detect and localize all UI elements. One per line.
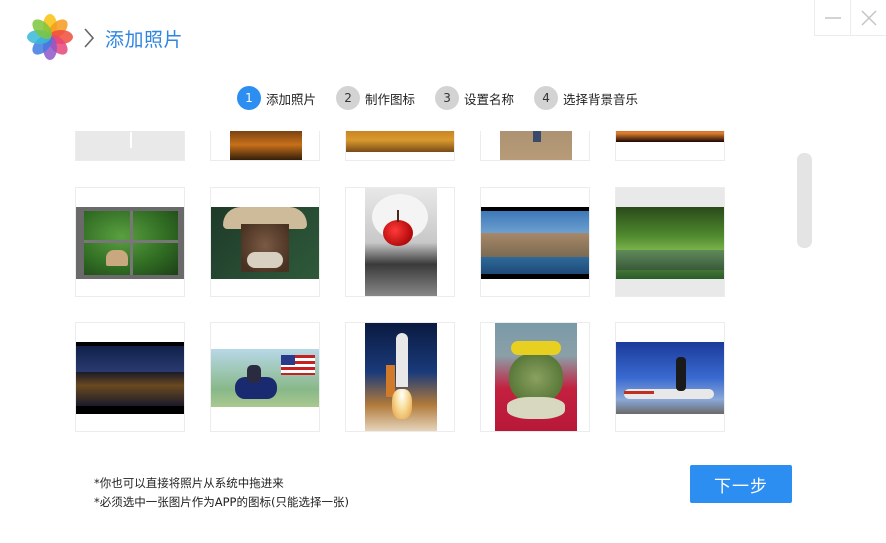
step-label: 制作图标 xyxy=(365,91,416,107)
photo-thumb[interactable] xyxy=(75,322,185,432)
step-number: 1 xyxy=(237,86,261,110)
step-number: 4 xyxy=(534,86,559,110)
photo-thumb[interactable] xyxy=(75,187,185,297)
step-number: 2 xyxy=(336,86,361,110)
step-number: 3 xyxy=(435,86,460,110)
photo-grid xyxy=(0,131,886,441)
chevron-right-icon xyxy=(84,28,95,48)
step-2: 2 制作图标 xyxy=(336,86,415,110)
photo-thumb[interactable] xyxy=(210,187,320,297)
photo-thumb[interactable] xyxy=(345,187,455,297)
step-label: 设置名称 xyxy=(464,91,515,107)
photo-thumb[interactable] xyxy=(75,131,185,161)
photo-thumb[interactable] xyxy=(615,322,725,432)
select-icon-hint: *必须选中一张图片作为APP的图标(只能选择一张) xyxy=(94,495,349,509)
photo-thumb[interactable] xyxy=(615,131,725,161)
minimize-icon[interactable] xyxy=(814,0,850,36)
step-4: 4 选择背景音乐 xyxy=(534,86,638,110)
photo-thumb[interactable] xyxy=(210,131,320,161)
step-label: 选择背景音乐 xyxy=(563,91,639,107)
photo-thumb[interactable] xyxy=(480,131,590,161)
close-icon[interactable] xyxy=(850,0,886,36)
photo-thumb[interactable] xyxy=(210,322,320,432)
photo-thumb[interactable] xyxy=(615,187,725,297)
hint-notes: *你也可以直接将照片从系统中拖进来 *必须选中一张图片作为APP的图标(只能选择… xyxy=(94,474,349,512)
scrollbar-thumb[interactable] xyxy=(797,153,812,248)
window-controls xyxy=(814,0,886,36)
photos-flower-icon xyxy=(27,14,73,60)
step-label: 添加照片 xyxy=(266,91,317,107)
step-indicator: 1 添加照片 2 制作图标 3 设置名称 4 选择背景音乐 xyxy=(237,86,658,110)
page-title: 添加照片 xyxy=(105,29,184,51)
photo-thumb[interactable] xyxy=(345,322,455,432)
drag-hint: *你也可以直接将照片从系统中拖进来 xyxy=(94,476,284,490)
step-3: 3 设置名称 xyxy=(435,86,514,110)
photo-thumb[interactable] xyxy=(480,187,590,297)
next-button[interactable]: 下一步 xyxy=(690,465,792,503)
photo-thumb[interactable] xyxy=(480,322,590,432)
step-1: 1 添加照片 xyxy=(237,86,316,110)
photo-thumb[interactable] xyxy=(345,131,455,161)
